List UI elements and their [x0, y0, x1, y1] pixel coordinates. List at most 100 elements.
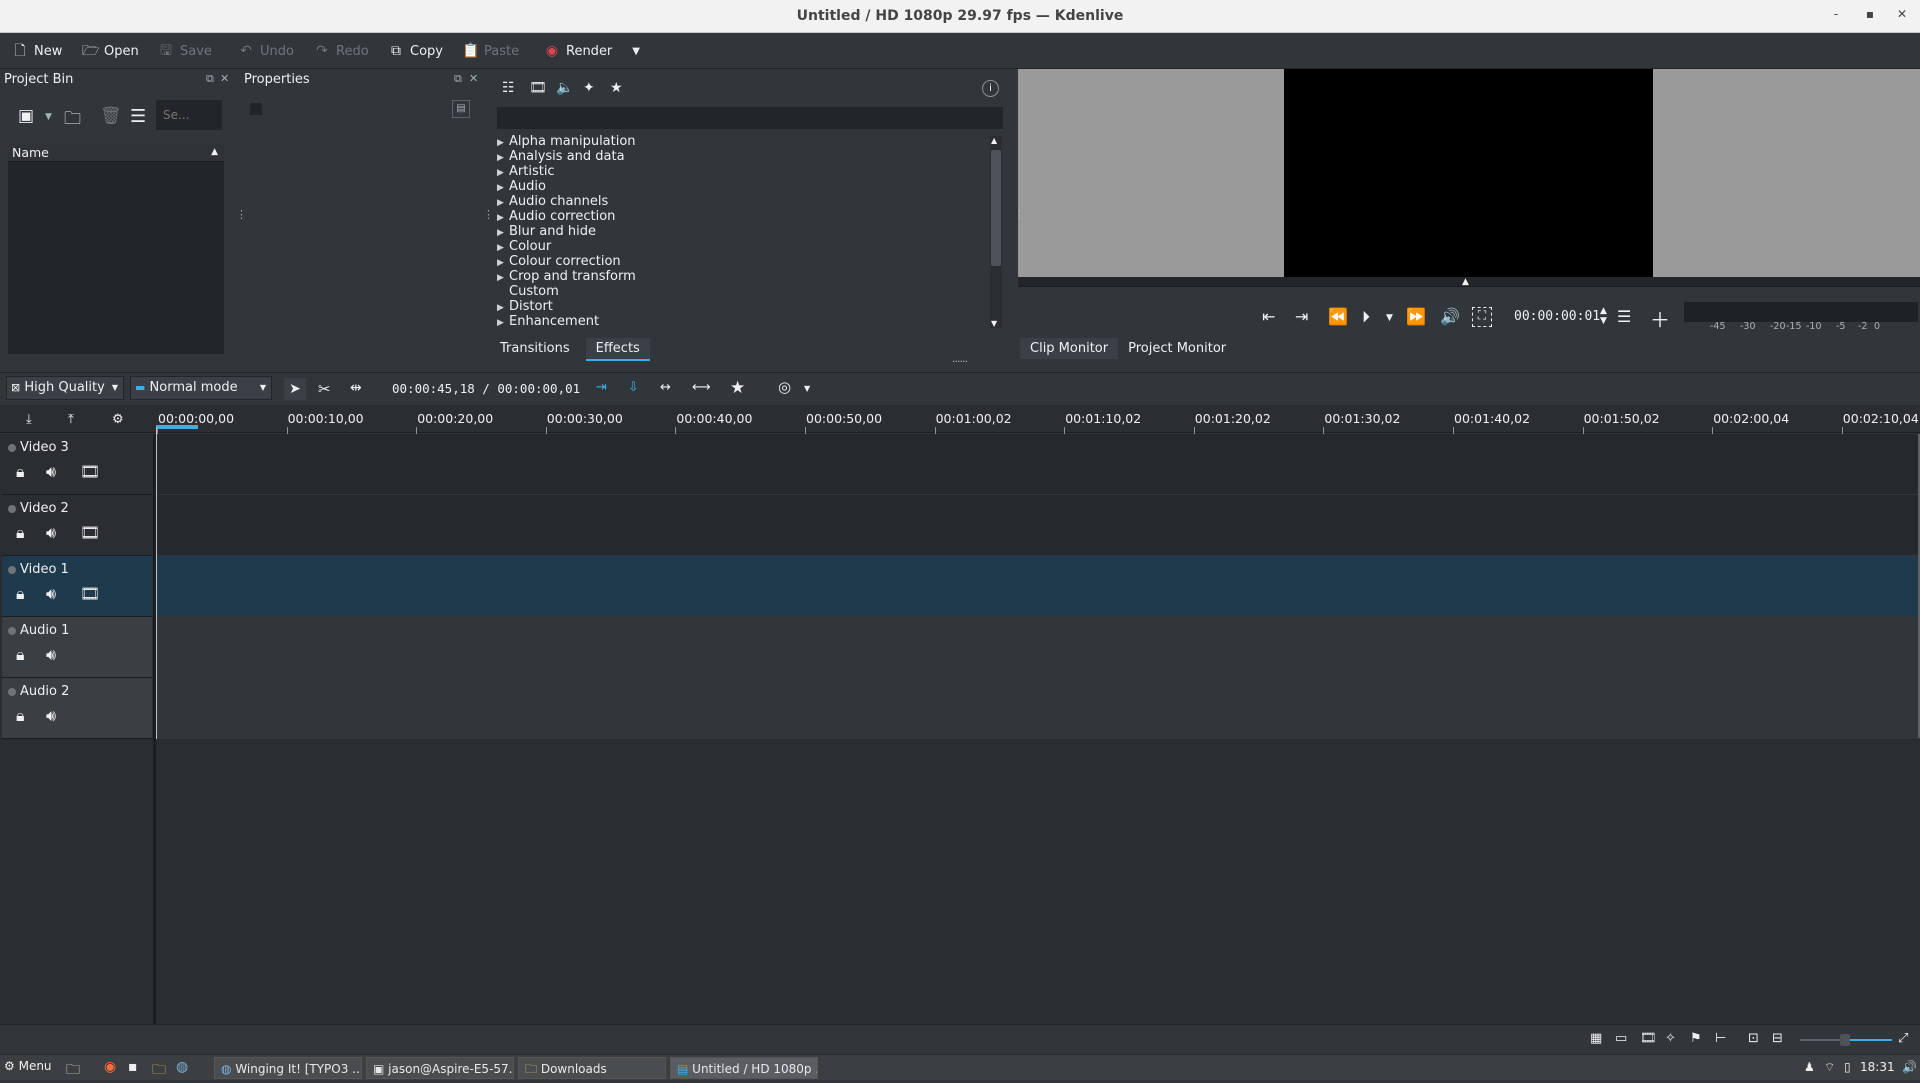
chevron-down-icon[interactable]: ▼: [45, 112, 52, 122]
show-audio-thumbnails-icon[interactable]: ▭: [1615, 1031, 1627, 1046]
effect-category-item[interactable]: ▶ Crop and transform: [497, 269, 636, 284]
lock-icon[interactable]: 🔒︎: [16, 584, 25, 604]
effect-category-item[interactable]: ▶ Audio correction: [497, 209, 615, 224]
track-name[interactable]: Video 3: [20, 440, 69, 455]
lock-icon[interactable]: 🔒︎: [16, 462, 25, 482]
battery-icon[interactable]: ▯: [1844, 1060, 1851, 1074]
lift-icon[interactable]: ↔: [660, 380, 671, 395]
properties-checkbox[interactable]: [250, 103, 262, 115]
spacer-tool-icon[interactable]: ⇹: [350, 380, 362, 396]
info-icon[interactable]: i: [982, 80, 999, 97]
monitor-menu-icon[interactable]: ☰: [1617, 307, 1631, 326]
taskbar-item[interactable]: 🗀 Downloads: [518, 1057, 666, 1079]
track-header-video-3[interactable]: Video 3 🔒︎ 🔊︎ 🎞︎: [2, 434, 152, 495]
effect-category-item[interactable]: ▶ Audio channels: [497, 194, 608, 209]
chevron-down-icon[interactable]: ▼: [804, 384, 810, 393]
terminal-launcher-icon[interactable]: ▪: [128, 1059, 138, 1075]
chevron-down-icon[interactable]: ▼: [632, 46, 640, 57]
lock-icon[interactable]: 🔒︎: [16, 523, 25, 543]
zoom-in-icon[interactable]: ⤢: [1898, 1031, 1908, 1046]
track-header-audio-2[interactable]: Audio 2 🔒︎ 🔊︎: [2, 678, 152, 739]
effect-category-item[interactable]: ▶ Analysis and data: [497, 149, 625, 164]
zoom-slider-handle[interactable]: [1840, 1034, 1850, 1046]
folder-launcher-icon[interactable]: 🗀: [152, 1059, 166, 1083]
list-view-icon[interactable]: ☷: [502, 80, 515, 96]
quality-select[interactable]: ⊠ High Quality ▼: [6, 376, 124, 400]
firefox-launcher-icon[interactable]: ◉: [104, 1059, 116, 1075]
lock-icon[interactable]: 🔒︎: [16, 645, 25, 665]
copy-button[interactable]: ⧉ Copy: [388, 41, 443, 61]
zoom-out-icon[interactable]: ⊟: [1772, 1031, 1783, 1046]
fit-zoom-icon[interactable]: ⛶: [1472, 307, 1492, 327]
close-icon[interactable]: ✕: [220, 72, 229, 85]
show-markers-icon[interactable]: 🎞: [1640, 1031, 1657, 1046]
effect-category-item[interactable]: ▶ Colour: [497, 239, 551, 254]
overwrite-icon[interactable]: ⇩: [628, 380, 639, 395]
track-lane[interactable]: [156, 556, 1920, 617]
clock[interactable]: 18:31: [1860, 1060, 1895, 1074]
float-icon[interactable]: ⧉: [454, 72, 462, 86]
set-zone-out-icon[interactable]: ⇥: [1295, 307, 1308, 326]
playhead-line[interactable]: [156, 427, 157, 739]
track-settings-icon[interactable]: ⚙: [112, 412, 124, 427]
effect-category-item[interactable]: ▶ Artistic: [497, 164, 555, 179]
effect-category-item[interactable]: ▶ Colour correction: [497, 254, 621, 269]
volume-icon[interactable]: 🔊: [1440, 307, 1460, 326]
new-button[interactable]: 🗋 New: [12, 41, 62, 61]
delete-icon[interactable]: 🗑: [100, 106, 122, 126]
hide-video-icon[interactable]: 🎞︎: [80, 523, 100, 542]
monitor-timecode[interactable]: 00:00:00:01: [1514, 309, 1600, 324]
mute-audio-icon[interactable]: 🔊︎: [46, 706, 56, 726]
insert-icon[interactable]: ⇥: [596, 380, 607, 395]
float-icon[interactable]: ⧉: [206, 72, 214, 86]
add-folder-icon[interactable]: 🗀: [64, 106, 81, 135]
scroll-down-icon[interactable]: ▼: [991, 319, 997, 328]
paste-button[interactable]: 📋 Paste: [462, 41, 519, 61]
save-button[interactable]: 🖫 Save: [158, 41, 212, 61]
lock-icon[interactable]: 🔒︎: [16, 706, 25, 726]
taskbar-item[interactable]: ▣ jason@Aspire-E5-57...: [366, 1057, 514, 1079]
track-lane[interactable]: [156, 617, 1920, 678]
track-header-audio-1[interactable]: Audio 1 🔒︎ 🔊︎: [2, 617, 152, 678]
minimize-button[interactable]: ‐: [1826, 7, 1846, 25]
track-name[interactable]: Audio 2: [20, 684, 69, 699]
effect-category-item[interactable]: Custom: [497, 284, 559, 299]
track-header-video-1[interactable]: Video 1 🔒︎ 🔊︎ 🎞︎: [2, 556, 152, 617]
monitor-video-frame[interactable]: [1284, 69, 1653, 277]
user-icon[interactable]: ♟: [1804, 1060, 1815, 1074]
track-lane[interactable]: [156, 434, 1920, 495]
tab-transitions[interactable]: Transitions: [490, 338, 580, 361]
redo-button[interactable]: ↷ Redo: [314, 41, 369, 61]
favorite-star-icon[interactable]: ★: [730, 378, 745, 398]
tab-effects[interactable]: Effects: [585, 338, 650, 361]
track-active-indicator[interactable]: [8, 627, 16, 635]
track-active-indicator[interactable]: [8, 444, 16, 452]
add-clip-icon[interactable]: ▣: [18, 106, 34, 126]
effect-category-item[interactable]: ▶ Enhancement: [497, 314, 599, 329]
tab-project-monitor[interactable]: Project Monitor: [1118, 338, 1236, 359]
extract-icon[interactable]: ⟷: [692, 380, 711, 395]
file-manager-launcher-icon[interactable]: 🗀: [66, 1059, 80, 1083]
timecode-spinner-icon[interactable]: ▲ ▼: [1600, 306, 1607, 326]
menu-icon[interactable]: ☰: [130, 106, 146, 127]
track-name[interactable]: Audio 1: [20, 623, 69, 638]
mute-audio-icon[interactable]: 🔊︎: [46, 645, 56, 665]
tab-clip-monitor[interactable]: Clip Monitor: [1020, 338, 1119, 359]
mute-audio-icon[interactable]: 🔊︎: [46, 584, 56, 604]
mute-audio-icon[interactable]: 🔊︎: [46, 462, 56, 482]
calendar-icon[interactable]: ▤: [452, 100, 470, 118]
taskbar-item[interactable]: ◍ Winging It! [TYPO3 ...: [214, 1057, 362, 1079]
close-button[interactable]: ✕: [1892, 7, 1912, 25]
effect-category-item[interactable]: ▶ Distort: [497, 299, 553, 314]
record-icon[interactable]: ◎: [778, 378, 791, 396]
maximize-button[interactable]: ▪: [1860, 7, 1880, 25]
forward-icon[interactable]: ⏩: [1406, 307, 1426, 326]
hide-video-icon[interactable]: 🎞︎: [80, 584, 100, 603]
name-column-header[interactable]: Name ▲: [8, 144, 224, 162]
effects-scrollbar[interactable]: ▲ ▼: [990, 136, 1002, 328]
show-video-thumbnails-icon[interactable]: ▦: [1590, 1031, 1602, 1046]
split-audio-icon[interactable]: ⊢: [1715, 1031, 1726, 1046]
taskbar-item-active[interactable]: ▤ Untitled / HD 1080p ...: [670, 1057, 818, 1079]
mute-audio-icon[interactable]: 🔊︎: [46, 523, 56, 543]
custom-effects-icon[interactable]: ✦: [583, 80, 595, 96]
